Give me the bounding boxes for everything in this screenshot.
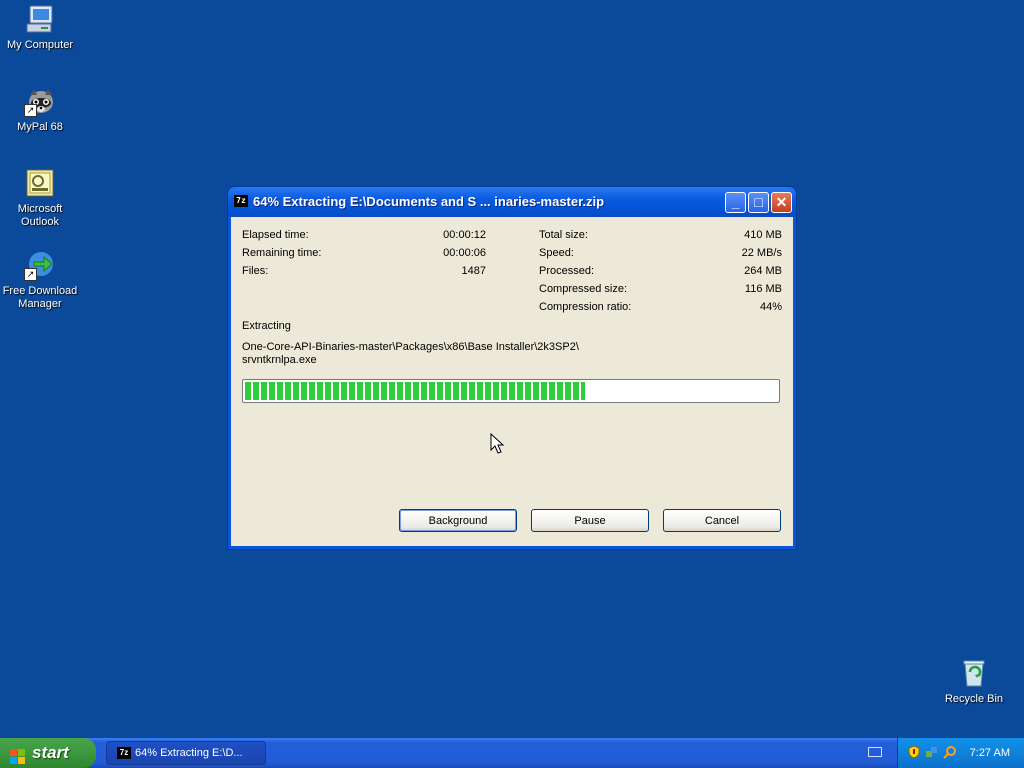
desktop-icon-label: Free Download Manager (2, 285, 78, 310)
background-button[interactable]: Background (399, 509, 517, 532)
desktop-icon-label: Recycle Bin (944, 693, 1004, 705)
minimize-icon: _ (731, 194, 740, 210)
maximize-button[interactable]: □ (748, 192, 769, 213)
files-label: Files: (242, 265, 269, 277)
download-manager-icon: ↗ (24, 249, 56, 281)
raccoon-icon: ↗ (24, 85, 56, 117)
elapsed-time-label: Elapsed time: (242, 229, 309, 241)
security-shield-icon[interactable] (907, 745, 921, 759)
7zip-app-icon: 7z (234, 195, 248, 207)
cancel-button[interactable]: Cancel (663, 509, 781, 532)
close-button[interactable]: ✕ (771, 192, 792, 213)
minimize-button[interactable]: _ (725, 192, 746, 213)
pause-button[interactable]: Pause (531, 509, 649, 532)
outlook-icon (24, 167, 56, 199)
desktop-icon-outlook[interactable]: Microsoft Outlook (0, 167, 80, 229)
extraction-progress-bar (242, 379, 780, 403)
processed-label: Processed: (539, 265, 595, 277)
total-size-label: Total size: (539, 229, 588, 241)
extract-dialog: 7z 64% Extracting E:\Documents and S ...… (228, 187, 796, 549)
network-icon[interactable] (925, 745, 939, 759)
shortcut-arrow-icon: ↗ (24, 268, 37, 281)
dialog-title: 64% Extracting E:\Documents and S ... in… (253, 194, 605, 209)
speed-label: Speed: (539, 247, 574, 259)
shortcut-arrow-icon: ↗ (24, 104, 37, 117)
close-icon: ✕ (775, 194, 788, 210)
total-size-value: 410 MB (744, 229, 782, 241)
system-tray: 7:27 AM (897, 738, 1024, 768)
start-button[interactable]: start (0, 738, 96, 768)
status-text: Extracting (242, 320, 291, 332)
mouse-pointer-icon (490, 432, 505, 455)
remaining-time-value: 00:00:06 (443, 247, 486, 259)
desktop-icon-label: My Computer (6, 39, 74, 51)
processed-value: 264 MB (744, 265, 782, 277)
dialog-client-area: Elapsed time: 00:00:12 Remaining time: 0… (231, 217, 793, 546)
compression-ratio-label: Compression ratio: (539, 301, 632, 313)
search-icon[interactable] (943, 745, 957, 759)
start-label: start (32, 743, 69, 762)
files-value: 1487 (461, 265, 486, 277)
compressed-size-label: Compressed size: (539, 283, 628, 295)
desktop-icon-recycle-bin[interactable]: Recycle Bin (934, 657, 1014, 706)
recycle-bin-icon (958, 657, 990, 689)
current-file-path: One-Core-API-Binaries-master\Packages\x8… (242, 341, 579, 353)
desktop-icon-free-download-manager[interactable]: ↗ Free Download Manager (0, 249, 82, 311)
desktop-icon-my-computer[interactable]: My Computer (0, 3, 80, 52)
windows-logo-icon (10, 745, 26, 764)
elapsed-time-value: 00:00:12 (443, 229, 486, 241)
desktop-icon-label: Microsoft Outlook (17, 203, 63, 228)
progress-bar-fill (245, 382, 586, 400)
compressed-size-value: 116 MB (744, 283, 782, 295)
compression-ratio-value: 44% (759, 301, 782, 313)
dialog-titlebar[interactable]: 7z 64% Extracting E:\Documents and S ...… (228, 187, 796, 217)
7zip-task-icon: 7z (117, 747, 131, 760)
taskbar-item-extracting[interactable]: 7z 64% Extracting E:\D... (106, 741, 266, 765)
clock[interactable]: 7:27 AM (970, 738, 1010, 768)
maximize-icon: □ (754, 194, 763, 210)
remaining-time-label: Remaining time: (242, 247, 322, 259)
taskbar-item-label: 64% Extracting E:\D... (135, 747, 243, 759)
my-computer-icon (24, 3, 56, 35)
keyboard-icon[interactable] (868, 747, 882, 757)
desktop-icon-label: MyPal 68 (17, 121, 63, 133)
desktop-icon-mypal[interactable]: ↗ MyPal 68 (0, 85, 80, 134)
taskbar: start 7z 64% Extracting E:\D... 7:27 AM (0, 738, 1024, 768)
current-file-name: srvntkrnlpa.exe (242, 354, 317, 366)
speed-value: 22 MB/s (741, 247, 782, 259)
